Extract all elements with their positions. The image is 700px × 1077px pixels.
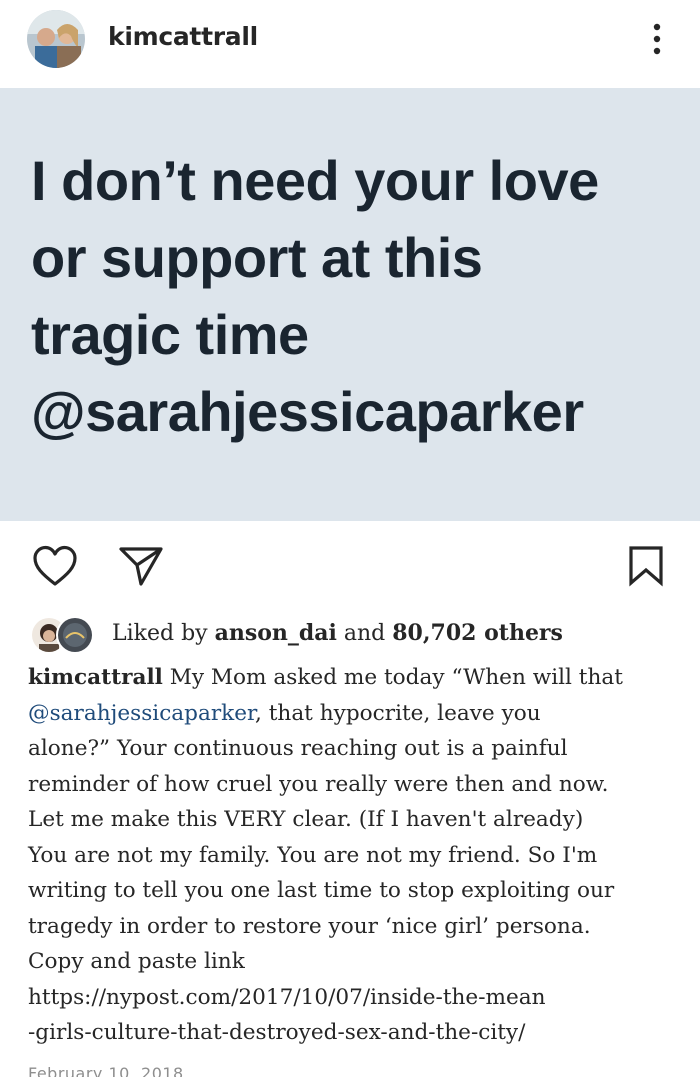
action-bar: [0, 521, 700, 611]
like-button[interactable]: [32, 545, 78, 591]
likes-middle: and: [336, 621, 393, 646]
heart-icon: [33, 545, 77, 586]
caption-line: writing to tell you one last time to sto…: [28, 878, 615, 903]
likes-prefix: Liked by: [112, 621, 215, 646]
quote-text: I don’t need your love or support at thi…: [31, 142, 691, 450]
more-options-button[interactable]: [640, 18, 674, 58]
bookmark-icon: [629, 546, 663, 587]
caption-link[interactable]: -girls-culture-that-destroyed-sex-and-th…: [28, 1015, 688, 1051]
liker-username[interactable]: anson_dai: [215, 620, 337, 646]
save-button[interactable]: [628, 545, 664, 591]
caption-line: tragedy in order to restore your ‘nice g…: [28, 913, 591, 939]
caption-line: You are not my family. You are not my fr…: [28, 842, 598, 868]
share-button[interactable]: [118, 545, 164, 591]
post-date: February 10, 2018: [28, 1064, 184, 1077]
quote-line: I don’t need your love: [31, 149, 599, 212]
quote-line: or support at this: [31, 226, 483, 289]
caption-username[interactable]: kimcattrall: [28, 665, 163, 690]
likes-summary[interactable]: Liked by anson_dai and 80,702 others: [112, 620, 563, 646]
caption-line: Let me make this VERY clear. (If I haven…: [28, 807, 584, 832]
caption-text: , that hypocrite, leave you: [255, 700, 541, 726]
liker-avatar[interactable]: [56, 616, 94, 654]
likes-row: Liked by anson_dai and 80,702 others: [30, 612, 690, 656]
caption-link[interactable]: https://nypost.com/2017/10/07/inside-the…: [28, 980, 688, 1016]
caption-line: Copy and paste link: [28, 949, 245, 974]
caption-line: alone?” Your continuous reaching out is …: [28, 736, 568, 761]
caption-text: My Mom asked me today “When will that: [162, 665, 623, 690]
post-header: kimcattrall: [0, 0, 700, 86]
quote-line: tragic time: [31, 303, 309, 366]
likes-count[interactable]: 80,702 others: [392, 620, 563, 646]
profile-avatar[interactable]: [27, 10, 85, 68]
quote-line: @sarahjessicaparker: [31, 380, 584, 443]
caption-line: @sarahjessicaparker, that hypocrite, lea…: [28, 696, 688, 732]
more-vertical-icon: [653, 23, 661, 55]
caption-line: kimcattrall My Mom asked me today “When …: [28, 660, 688, 696]
post-caption: kimcattrall My Mom asked me today “When …: [28, 660, 688, 1051]
caption-line: reminder of how cruel you really were th…: [28, 771, 609, 797]
username-link[interactable]: kimcattrall: [108, 22, 258, 51]
caption-mention[interactable]: @sarahjessicaparker: [28, 701, 255, 726]
send-icon: [119, 547, 163, 586]
